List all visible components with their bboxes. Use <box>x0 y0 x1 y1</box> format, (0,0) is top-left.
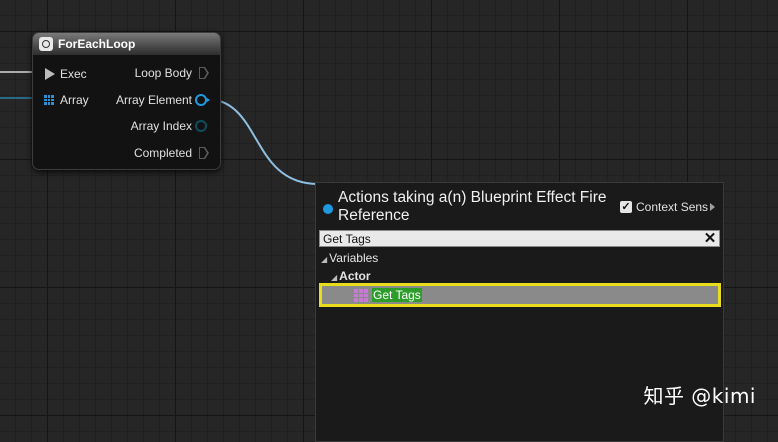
tree-category-label: Variables <box>329 251 379 265</box>
node-title: ForEachLoop <box>58 37 136 51</box>
array-variable-icon <box>354 289 368 302</box>
context-sensitive-checkbox[interactable]: ✓ <box>620 201 632 213</box>
array-index-output-pin-icon[interactable] <box>195 120 207 132</box>
completed-pin-label: Completed <box>133 146 192 160</box>
node-header[interactable]: ForEachLoop <box>33 33 220 55</box>
search-box[interactable]: ✕ <box>319 230 720 247</box>
tree-category-variables[interactable]: ◢ Variables <box>321 250 378 266</box>
array-pin-label: Array <box>60 93 89 107</box>
action-item-label: Get Tags <box>372 288 422 302</box>
tree-category-actor[interactable]: ◢ Actor <box>331 268 371 284</box>
object-reference-icon <box>323 204 333 214</box>
context-sensitive-label[interactable]: Context Sensitive <box>636 200 708 214</box>
expand-triangle-icon: ◢ <box>331 273 338 282</box>
array-element-output-pin-icon[interactable] <box>195 94 210 106</box>
watermark: 知乎 @kimi <box>643 384 756 408</box>
exec-pin-label: Exec <box>60 67 87 81</box>
action-menu-title: Actions taking a(n) Blueprint Effect Fir… <box>338 189 607 224</box>
completed-output-pin-icon[interactable] <box>199 147 209 159</box>
foreachloop-node[interactable]: ForEachLoop Exec Array Loop Body Array E… <box>32 32 221 170</box>
expand-triangle-icon: ◢ <box>321 255 328 264</box>
search-input[interactable] <box>323 231 703 246</box>
tree-category-label: Actor <box>339 269 371 283</box>
chevron-right-icon[interactable] <box>710 203 715 211</box>
array-index-pin-label: Array Index <box>130 119 192 133</box>
loop-body-pin-label: Loop Body <box>134 66 192 80</box>
array-input-pin-icon[interactable] <box>44 95 54 105</box>
clear-search-icon[interactable]: ✕ <box>703 231 717 246</box>
loop-body-output-pin-icon[interactable] <box>199 67 209 79</box>
action-item-get-tags[interactable]: Get Tags <box>319 283 721 307</box>
exec-input-pin-icon[interactable] <box>45 68 55 80</box>
array-element-pin-label: Array Element <box>115 93 192 107</box>
array-element-wire <box>205 98 319 185</box>
function-icon <box>39 37 53 51</box>
